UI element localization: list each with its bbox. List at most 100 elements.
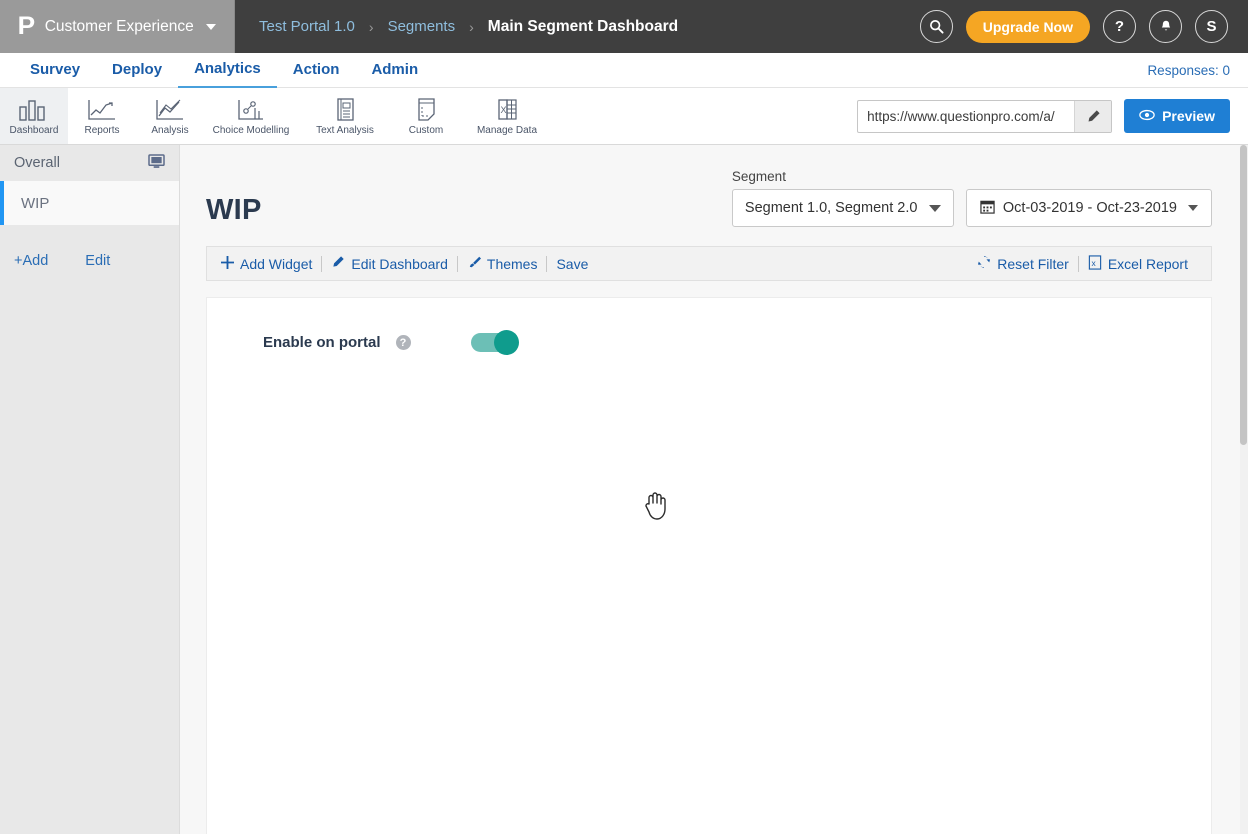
tool-label: Analysis <box>151 124 189 136</box>
eye-icon <box>1139 108 1155 124</box>
nav-item-admin[interactable]: Admin <box>355 53 434 87</box>
enable-on-portal-label: Enable on portal <box>263 334 381 351</box>
enable-on-portal-row: Enable on portal ? <box>263 330 1211 355</box>
help-icon[interactable]: ? <box>395 335 411 350</box>
top-bar: P Customer Experience Test Portal 1.0 › … <box>0 0 1248 53</box>
breadcrumb: Test Portal 1.0 › Segments › Main Segmen… <box>235 0 920 53</box>
preview-button[interactable]: Preview <box>1124 99 1230 133</box>
calendar-icon <box>980 199 995 218</box>
sidebar-group-label: Overall <box>14 155 60 171</box>
product-name: Customer Experience <box>44 17 194 35</box>
tool-choice-modelling[interactable]: Choice Modelling <box>204 88 298 144</box>
sidebar-item-label: WIP <box>21 194 50 212</box>
dashboard-sidebar: Overall WIP +Add Edit <box>0 145 180 834</box>
preview-label: Preview <box>1162 108 1215 124</box>
sidebar-add-link[interactable]: +Add <box>14 253 48 269</box>
top-bar-actions: Upgrade Now ? S <box>919 0 1248 53</box>
avatar[interactable]: S <box>1195 10 1228 43</box>
save-button[interactable]: Save <box>547 256 597 272</box>
dashboard-action-bar-right: Reset Filter x Excel Report <box>977 254 1197 273</box>
enable-on-portal-toggle[interactable] <box>470 330 519 355</box>
segment-filter: Segment Segment 1.0, Segment 2.0 <box>731 169 954 227</box>
reset-filter-button[interactable]: Reset Filter <box>977 255 1078 272</box>
page-title: WIP <box>206 194 262 226</box>
reset-filter-label: Reset Filter <box>997 255 1069 272</box>
breadcrumb-item-segments[interactable]: Segments <box>388 18 456 35</box>
tool-analysis[interactable]: Analysis <box>136 88 204 144</box>
tool-dashboard[interactable]: Dashboard <box>0 88 68 144</box>
toggle-knob <box>493 330 519 355</box>
edit-dashboard-label: Edit Dashboard <box>351 255 448 272</box>
sidebar-group-overall[interactable]: Overall <box>0 145 179 181</box>
document-grid-icon <box>328 97 362 123</box>
scatter-chart-icon <box>234 97 268 123</box>
excel-file-icon: X <box>490 97 524 123</box>
sidebar-actions: +Add Edit <box>0 225 179 269</box>
pencil-icon <box>331 255 345 272</box>
vertical-scrollbar[interactable] <box>1240 145 1248 834</box>
dashboard-action-bar: Add Widget Edit Dashboard Themes Save Re… <box>206 246 1212 281</box>
line-chart-icon <box>85 97 119 123</box>
date-range-value: Oct-03-2019 - Oct-23-2019 <box>1002 200 1177 216</box>
analytics-toolbar: Dashboard Reports Analysis Choice Modell… <box>0 88 1248 145</box>
chevron-down-icon <box>1188 205 1198 211</box>
survey-url-group: https://www.questionpro.com/a/ Preview <box>857 88 1248 144</box>
search-icon[interactable] <box>919 10 953 43</box>
chevron-down-icon <box>205 23 216 30</box>
excel-report-button[interactable]: x Excel Report <box>1079 254 1197 273</box>
date-range-picker[interactable]: Oct-03-2019 - Oct-23-2019 <box>965 189 1212 227</box>
tool-custom[interactable]: Custom <box>392 88 460 144</box>
tool-label: Manage Data <box>476 124 538 136</box>
breadcrumb-separator-icon: › <box>469 18 474 35</box>
help-icon[interactable]: ? <box>1103 10 1136 43</box>
bar-chart-icon <box>17 97 51 123</box>
segment-label: Segment <box>731 169 786 184</box>
pencil-icon[interactable] <box>1074 100 1112 132</box>
paintbrush-icon <box>467 255 481 272</box>
survey-url-box[interactable]: https://www.questionpro.com/a/ <box>857 99 1113 133</box>
tool-text-analysis[interactable]: Text Analysis <box>298 88 392 144</box>
tool-manage-data[interactable]: X Manage Data <box>460 88 554 144</box>
nav-item-deploy[interactable]: Deploy <box>96 53 178 87</box>
dashboard-widget-card: Enable on portal ? <box>206 297 1212 834</box>
refresh-icon <box>977 255 991 272</box>
questionpro-logo-icon: P <box>17 12 36 40</box>
dashboard-main: WIP Segment Segment 1.0, Segment 2.0 Oct… <box>180 145 1248 834</box>
nav-item-survey[interactable]: Survey <box>14 53 96 87</box>
tool-label: Dashboard <box>9 124 59 136</box>
edit-dashboard-button[interactable]: Edit Dashboard <box>322 255 457 272</box>
dashboard-filters: Segment Segment 1.0, Segment 2.0 Oct-03-… <box>731 169 1212 227</box>
main-nav: Survey Deploy Analytics Action Admin Res… <box>0 53 1248 88</box>
breadcrumb-item-current: Main Segment Dashboard <box>487 17 679 35</box>
add-widget-label: Add Widget <box>240 255 313 272</box>
tool-label: Choice Modelling <box>212 124 290 136</box>
excel-report-label: Excel Report <box>1107 255 1188 272</box>
trend-chart-icon <box>153 97 187 123</box>
monitor-icon[interactable] <box>148 153 165 173</box>
nav-item-analytics[interactable]: Analytics <box>178 52 277 88</box>
breadcrumb-item-portal[interactable]: Test Portal 1.0 <box>259 18 355 35</box>
add-widget-button[interactable]: Add Widget <box>221 255 321 272</box>
segment-select[interactable]: Segment 1.0, Segment 2.0 <box>731 189 954 227</box>
nav-item-action[interactable]: Action <box>277 53 356 87</box>
svg-text:x: x <box>1091 257 1096 267</box>
tool-label: Text Analysis <box>316 124 374 136</box>
sidebar-item-wip[interactable]: WIP <box>0 181 179 225</box>
sidebar-edit-link[interactable]: Edit <box>85 253 110 269</box>
tool-reports[interactable]: Reports <box>68 88 136 144</box>
save-label: Save <box>556 255 589 272</box>
brand-switcher[interactable]: P Customer Experience <box>0 0 235 53</box>
survey-url-value: https://www.questionpro.com/a/ <box>867 108 1055 124</box>
breadcrumb-separator-icon: › <box>368 18 374 35</box>
responses-count: Responses: 0 <box>1147 62 1230 78</box>
segment-value: Segment 1.0, Segment 2.0 <box>744 200 918 216</box>
scrollbar-thumb[interactable] <box>1240 145 1247 445</box>
bell-icon[interactable] <box>1149 10 1182 43</box>
excel-file-icon: x <box>1088 254 1102 273</box>
tool-label: Reports <box>84 124 120 136</box>
upgrade-now-button[interactable]: Upgrade Now <box>965 10 1090 43</box>
page-dashed-icon <box>409 97 443 123</box>
themes-button[interactable]: Themes <box>458 255 547 272</box>
plus-icon <box>221 255 234 272</box>
themes-label: Themes <box>486 255 538 272</box>
